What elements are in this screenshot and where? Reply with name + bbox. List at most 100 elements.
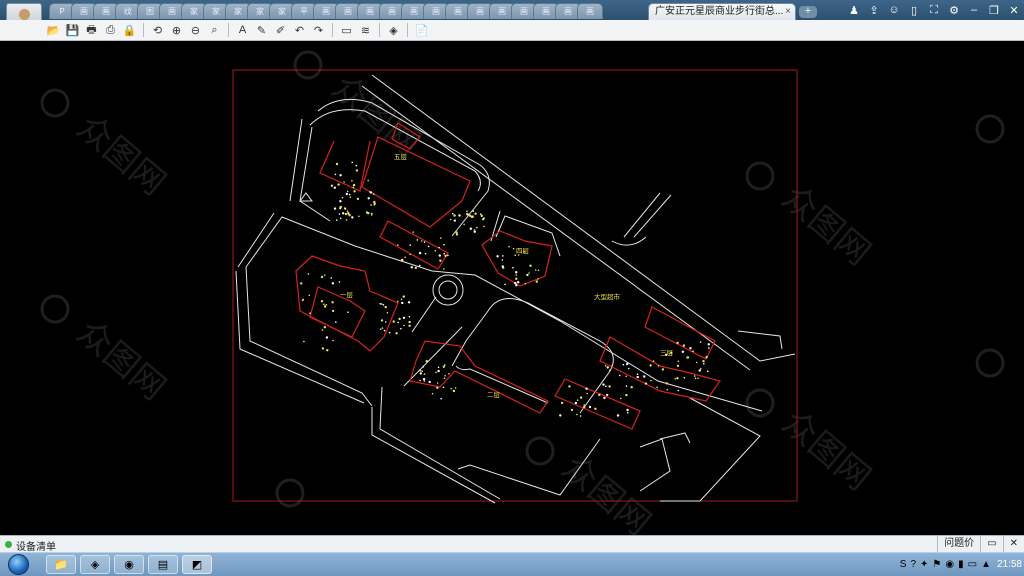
- close-icon[interactable]: ✕: [1004, 4, 1024, 17]
- plan-dot: [343, 181, 345, 183]
- tab-active-drawing[interactable]: 广安正元星辰商业步行街总... ×: [648, 3, 796, 20]
- tray-icon-6[interactable]: ▮: [958, 559, 964, 570]
- tray-icon-7[interactable]: ▭: [968, 559, 977, 570]
- plan-dot: [514, 281, 517, 285]
- zoom-window-icon[interactable]: ⊕: [168, 21, 186, 39]
- open-icon[interactable]: 📂: [45, 21, 63, 39]
- undo-icon[interactable]: ↶: [291, 21, 309, 39]
- plan-dot: [686, 356, 688, 359]
- plan-dot: [320, 300, 324, 303]
- tray-icon-1[interactable]: S: [900, 559, 907, 570]
- rotate-icon[interactable]: ⟲: [149, 21, 167, 39]
- plan-dot: [410, 266, 413, 269]
- properties-icon[interactable]: 📄: [413, 21, 431, 39]
- plan-dot: [449, 218, 452, 221]
- plan-dot: [579, 396, 583, 399]
- plan-dot: [666, 388, 668, 391]
- plan-dot: [636, 373, 639, 376]
- plan-dot: [397, 300, 399, 303]
- taskbar-clock[interactable]: 21:58: [997, 559, 1022, 570]
- tray-icon-8[interactable]: ▲: [981, 559, 991, 570]
- taskbar-explorer[interactable]: 📁: [46, 555, 76, 574]
- taskbar-app-2[interactable]: ◈: [80, 555, 110, 574]
- plan-dot: [649, 364, 652, 367]
- print-icon[interactable]: 🖶: [83, 21, 101, 39]
- plan-dot: [526, 273, 529, 277]
- chat-button[interactable]: ▭: [980, 536, 1002, 552]
- plan-dot: [440, 397, 442, 400]
- watermark-text: 众图网: [774, 402, 878, 498]
- close-tab-icon[interactable]: ×: [785, 4, 791, 19]
- plan-dot: [337, 183, 340, 186]
- plan-dot: [466, 210, 468, 212]
- plan-dot: [466, 212, 468, 215]
- toolbar-separator: [407, 23, 408, 37]
- export-pdf-icon[interactable]: ⎙: [102, 21, 120, 39]
- minimize-icon[interactable]: –: [964, 4, 984, 16]
- plan-dot: [321, 347, 325, 350]
- zoom-out-icon[interactable]: ⊖: [187, 21, 205, 39]
- phone-icon[interactable]: ▯: [904, 4, 924, 17]
- taskbar-cad-viewer[interactable]: ◩: [182, 555, 212, 574]
- pencil-icon[interactable]: ✎: [253, 21, 271, 39]
- layers-icon[interactable]: ◈: [385, 21, 403, 39]
- share-icon[interactable]: ⇪: [864, 4, 884, 17]
- text-icon[interactable]: A: [234, 21, 252, 39]
- plan-dot: [333, 207, 337, 210]
- plan-dot: [435, 371, 437, 374]
- ie-icon: ◉: [124, 559, 134, 571]
- lock-icon[interactable]: 🔒: [121, 21, 139, 39]
- plan-dot: [443, 377, 446, 380]
- tray-icon-5[interactable]: ◉: [945, 559, 954, 570]
- device-list-link[interactable]: 设备清单: [16, 538, 56, 553]
- tray-icon-4[interactable]: ⚑: [932, 559, 941, 570]
- plan-dot: [676, 364, 680, 367]
- drawing-canvas[interactable]: 众图网 众图网 众图网 众图网 众图网 众图网 五层 一层 四层 二层 三层 大…: [0, 41, 1024, 535]
- marker-icon[interactable]: ✐: [272, 21, 290, 39]
- plan-dot: [351, 216, 354, 219]
- plan-dot: [619, 397, 622, 400]
- plan-dot: [383, 329, 386, 332]
- plan-dot: [630, 386, 633, 389]
- site-plan-drawing: 众图网 众图网 众图网 众图网 众图网 众图网 五层 一层 四层 二层 三层 大…: [40, 50, 1005, 535]
- windows-taskbar: 📁 ◈ ◉ ▤ ◩ S? ✦ ⚑ ◉ ▮ ▭ ▲ 21:58: [0, 552, 1024, 576]
- start-button[interactable]: [4, 553, 34, 576]
- settings-icon[interactable]: ⚙: [944, 4, 964, 17]
- plan-dot: [454, 387, 457, 389]
- plan-dot: [583, 404, 585, 406]
- users-icon[interactable]: ♟: [844, 4, 864, 17]
- zoom-extents-icon[interactable]: ⌕: [206, 21, 224, 39]
- plan-dot: [608, 385, 611, 388]
- plan-dot: [559, 414, 562, 417]
- chat-icon[interactable]: ☺: [884, 4, 904, 16]
- plan-dot: [692, 350, 694, 353]
- measure-icon[interactable]: ▭: [338, 21, 356, 39]
- close-panel-button[interactable]: ✕: [1002, 536, 1024, 552]
- plan-dot: [603, 396, 606, 400]
- tab-25[interactable]: 画: [577, 3, 603, 19]
- plan-dot: [339, 217, 342, 220]
- redo-icon[interactable]: ↷: [310, 21, 328, 39]
- tray-icon-3[interactable]: ✦: [920, 559, 928, 570]
- plan-dot: [473, 229, 476, 231]
- new-tab-button[interactable]: +: [799, 6, 817, 18]
- plan-dot: [379, 328, 382, 331]
- dimension-icon[interactable]: ≋: [357, 21, 375, 39]
- plan-dot: [380, 319, 384, 322]
- plan-dot: [626, 362, 629, 366]
- restore-icon[interactable]: ❐: [984, 4, 1004, 17]
- taskbar-app-3[interactable]: ◉: [114, 555, 144, 574]
- save-icon[interactable]: 💾: [64, 21, 82, 39]
- fullscreen-icon[interactable]: ⛶: [924, 4, 944, 17]
- plan-dot: [325, 303, 328, 306]
- tray-icon-2[interactable]: ?: [910, 559, 916, 570]
- window-controls: ♟ ⇪ ☺ ▯ ⛶ ⚙ – ❐ ✕: [844, 0, 1024, 20]
- plan-dot: [408, 320, 411, 324]
- plan-dot: [438, 246, 440, 249]
- plan-dot: [708, 347, 710, 349]
- taskbar-app-4[interactable]: ▤: [148, 555, 178, 574]
- inquiry-button[interactable]: 问题价: [937, 536, 980, 552]
- plan-dot: [469, 214, 472, 217]
- plan-dot: [515, 277, 518, 280]
- plan-dot: [436, 386, 439, 389]
